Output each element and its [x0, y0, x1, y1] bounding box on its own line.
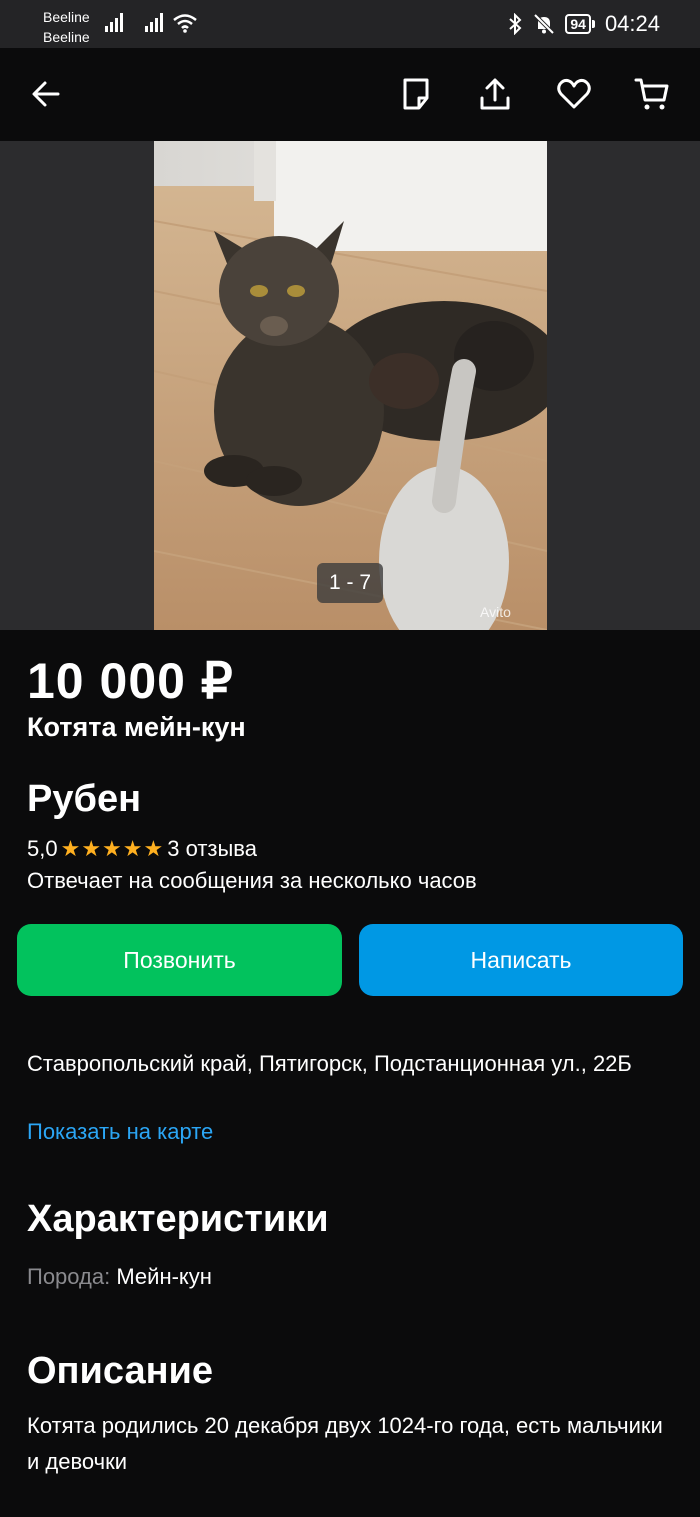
- note-button[interactable]: [398, 76, 434, 112]
- reviews-count: 3 отзыва: [167, 836, 257, 861]
- note-icon: [403, 78, 429, 110]
- heart-icon: [557, 78, 591, 109]
- signal-icon: [105, 13, 123, 32]
- cart-icon: [634, 78, 669, 110]
- favorite-button[interactable]: [556, 76, 592, 112]
- back-button[interactable]: [28, 76, 64, 112]
- rating-value: 5,0: [27, 836, 58, 861]
- seller-rating[interactable]: 5,0 ★★★★★ 3 отзыва: [27, 836, 257, 862]
- carrier-names: Beeline Beeline: [43, 7, 90, 47]
- mute-bell-icon: [533, 13, 555, 35]
- show-on-map-link[interactable]: Показать на карте: [27, 1119, 213, 1145]
- status-time: 04:24: [604, 11, 660, 36]
- photo-gallery[interactable]: 1 - 7 Avito: [0, 141, 700, 630]
- characteristics-heading: Характеристики: [27, 1198, 329, 1240]
- cat-photo-image: [154, 141, 547, 630]
- arrow-left-icon: [32, 81, 60, 107]
- listing-address: Ставропольский край, Пятигорск, Подстанц…: [27, 1051, 632, 1076]
- share-button[interactable]: [477, 76, 513, 112]
- avito-watermark: Avito: [480, 604, 511, 620]
- breed-parameter: Порода: Мейн-кун: [27, 1264, 212, 1290]
- photo-counter: 1 - 7: [317, 563, 383, 603]
- share-icon: [480, 78, 510, 110]
- description-text: Котята родились 20 декабря двух 1024-го …: [27, 1413, 663, 1474]
- carrier-1: Beeline: [43, 9, 90, 25]
- battery-indicator: 94: [565, 14, 595, 34]
- description-heading: Описание: [27, 1350, 214, 1392]
- seller-reply-time: Отвечает на сообщения за несколько часов: [27, 868, 477, 893]
- wifi-icon: [173, 14, 197, 33]
- star-rating-icon: ★★★★★: [60, 836, 165, 861]
- breed-value: Мейн-кун: [116, 1264, 212, 1289]
- bluetooth-icon: [509, 13, 522, 35]
- status-bar: Beeline Beeline 94 04:24: [0, 0, 700, 48]
- write-message-button[interactable]: Написать: [359, 924, 683, 996]
- signal-icon: [145, 13, 163, 32]
- carrier-2: Beeline: [43, 29, 90, 45]
- listing-price: 10 000 ₽: [27, 653, 234, 709]
- listing-title: Котята мейн-кун: [27, 712, 246, 742]
- top-nav-bar: [0, 48, 700, 141]
- call-button[interactable]: Позвонить: [17, 924, 342, 996]
- listing-photo[interactable]: [154, 141, 547, 630]
- breed-label: Порода:: [27, 1264, 111, 1289]
- cart-button[interactable]: [634, 76, 670, 112]
- seller-name[interactable]: Рубен: [27, 778, 141, 821]
